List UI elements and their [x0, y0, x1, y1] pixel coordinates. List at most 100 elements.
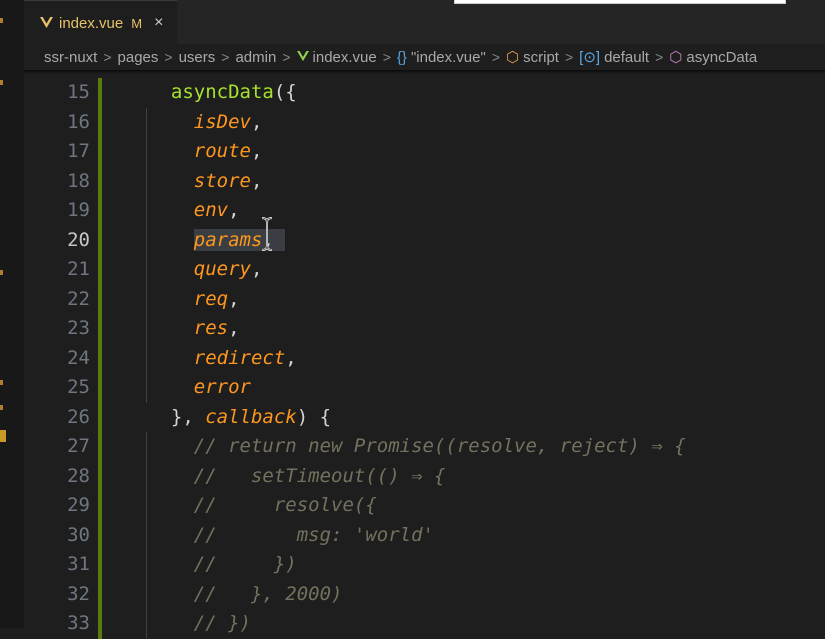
line-content: query, [148, 255, 263, 285]
git-change-marker [98, 461, 102, 491]
line-number: 29 [67, 494, 90, 516]
line-content: store, [148, 167, 263, 197]
text-cursor-icon [261, 217, 273, 251]
code-line[interactable]: 26 }, callback) { [24, 402, 825, 432]
activity-marker [0, 18, 3, 23]
indent-guide [146, 314, 147, 344]
code-token: , [285, 346, 297, 369]
code-token: ({ [273, 81, 297, 103]
breadcrumb-item[interactable]: index.vue [296, 48, 377, 66]
code-token: asyncData [148, 81, 274, 103]
breadcrumb-label: asyncData [686, 49, 758, 66]
breadcrumb-separator: > [103, 49, 112, 65]
line-number: 16 [67, 110, 90, 133]
line-content: res, [148, 314, 240, 344]
git-change-marker [98, 343, 102, 373]
close-icon[interactable]: × [154, 14, 163, 32]
code-token: , [250, 140, 263, 162]
breadcrumb-item[interactable]: users [179, 49, 216, 66]
code-line[interactable]: 17 route, [24, 137, 825, 167]
code-line[interactable]: 21 query, [24, 255, 825, 285]
git-change-marker [98, 196, 102, 226]
code-line[interactable]: 27 // return new Promise((resolve, rejec… [24, 432, 825, 462]
indent-guide [146, 284, 147, 314]
tab-index-vue[interactable]: index.vue M × [24, 0, 178, 45]
line-content: // resolve({ [148, 491, 377, 521]
code-line[interactable]: 22 req, [24, 284, 825, 314]
breadcrumb-item[interactable]: [⊙] default [579, 48, 649, 66]
line-content: env, [148, 196, 240, 226]
breadcrumb-separator: > [282, 49, 291, 65]
code-line[interactable]: 23 res, [24, 314, 825, 344]
activity-marker [0, 380, 3, 385]
code-line[interactable]: 32 // }, 2000) [24, 579, 825, 610]
code-line[interactable]: 24 redirect, [24, 343, 825, 373]
line-content: // msg: 'world' [148, 521, 434, 551]
code-token: isDev [148, 110, 251, 133]
code-token: , [228, 199, 240, 221]
code-line[interactable]: 28 // setTimeout(() ⇒ { [24, 461, 825, 492]
breadcrumb-item[interactable]: ⬡ script [506, 48, 559, 66]
breadcrumb-item[interactable]: ⬡ asyncData [669, 48, 757, 66]
line-number: 32 [67, 582, 90, 605]
code-line[interactable]: 29 // resolve({ [24, 491, 825, 521]
code-line[interactable]: 18 store, [24, 166, 825, 197]
vue-icon [296, 50, 309, 61]
line-number: 30 [67, 523, 90, 546]
git-change-marker [98, 491, 102, 521]
git-change-marker [98, 78, 102, 108]
code-line[interactable]: 31 // }) [24, 550, 825, 580]
git-change-marker [98, 255, 102, 285]
breadcrumb-item[interactable]: pages [118, 49, 159, 66]
git-change-marker [98, 609, 102, 639]
indent-guide [146, 225, 147, 255]
breadcrumb-label: "index.vue" [410, 48, 486, 66]
method-icon: ⬡ [669, 49, 683, 66]
code-token: , [228, 287, 240, 310]
variable-icon: [⊙] [579, 49, 601, 66]
line-number: 24 [67, 346, 90, 369]
git-change-marker [98, 107, 102, 137]
line-number: 18 [67, 169, 90, 192]
breadcrumb-item[interactable]: ssr-nuxt [44, 49, 97, 66]
git-change-marker [98, 550, 102, 580]
breadcrumb-separator: > [382, 49, 391, 65]
line-content: // }, 2000) [148, 580, 343, 610]
git-change-marker [98, 166, 102, 196]
line-number: 20 [67, 228, 90, 251]
breadcrumb-label: index.vue [312, 48, 377, 66]
git-change-marker [98, 402, 102, 432]
code-line[interactable]: 15 asyncData({ [24, 78, 825, 108]
activity-marker [0, 80, 3, 85]
indent-guide [146, 166, 147, 196]
code-token: // }, 2000) [148, 582, 343, 605]
line-number: 26 [67, 405, 90, 428]
code-token: }, [148, 405, 206, 428]
code-editor[interactable]: 15 asyncData({16 isDev, 17 route, 18 store… [24, 70, 825, 639]
code-line[interactable]: 30 // msg: 'world' [24, 520, 825, 551]
line-number: 33 [67, 612, 90, 634]
line-number: 21 [67, 258, 90, 280]
line-content: // setTimeout(() ⇒ { [148, 462, 446, 492]
git-change-marker [98, 432, 102, 462]
breadcrumb-item[interactable]: {} "index.vue" [397, 49, 486, 66]
code-token: ) { [296, 405, 332, 428]
code-token: store [148, 169, 251, 192]
git-change-marker [98, 284, 102, 314]
indent-guide [146, 343, 147, 373]
breadcrumb-item[interactable]: admin [235, 49, 276, 66]
cube-icon: ⬡ [506, 49, 520, 66]
code-line[interactable]: 19 env, [24, 196, 825, 226]
activity-marker [0, 405, 3, 410]
git-change-marker [98, 314, 102, 344]
line-content: // return new Promise((resolve, reject) … [148, 432, 686, 462]
breadcrumb-label: ssr-nuxt [44, 48, 98, 66]
code-line[interactable]: 33 // }) [24, 609, 825, 639]
code-line[interactable]: 16 isDev, [24, 107, 825, 137]
code-line[interactable]: 25 error [24, 373, 825, 403]
modified-badge: M [131, 15, 143, 31]
code-line[interactable]: 20 params, [24, 225, 825, 255]
line-content: error [148, 373, 251, 403]
tab-label: index.vue [59, 14, 124, 32]
line-number: 27 [67, 435, 90, 457]
